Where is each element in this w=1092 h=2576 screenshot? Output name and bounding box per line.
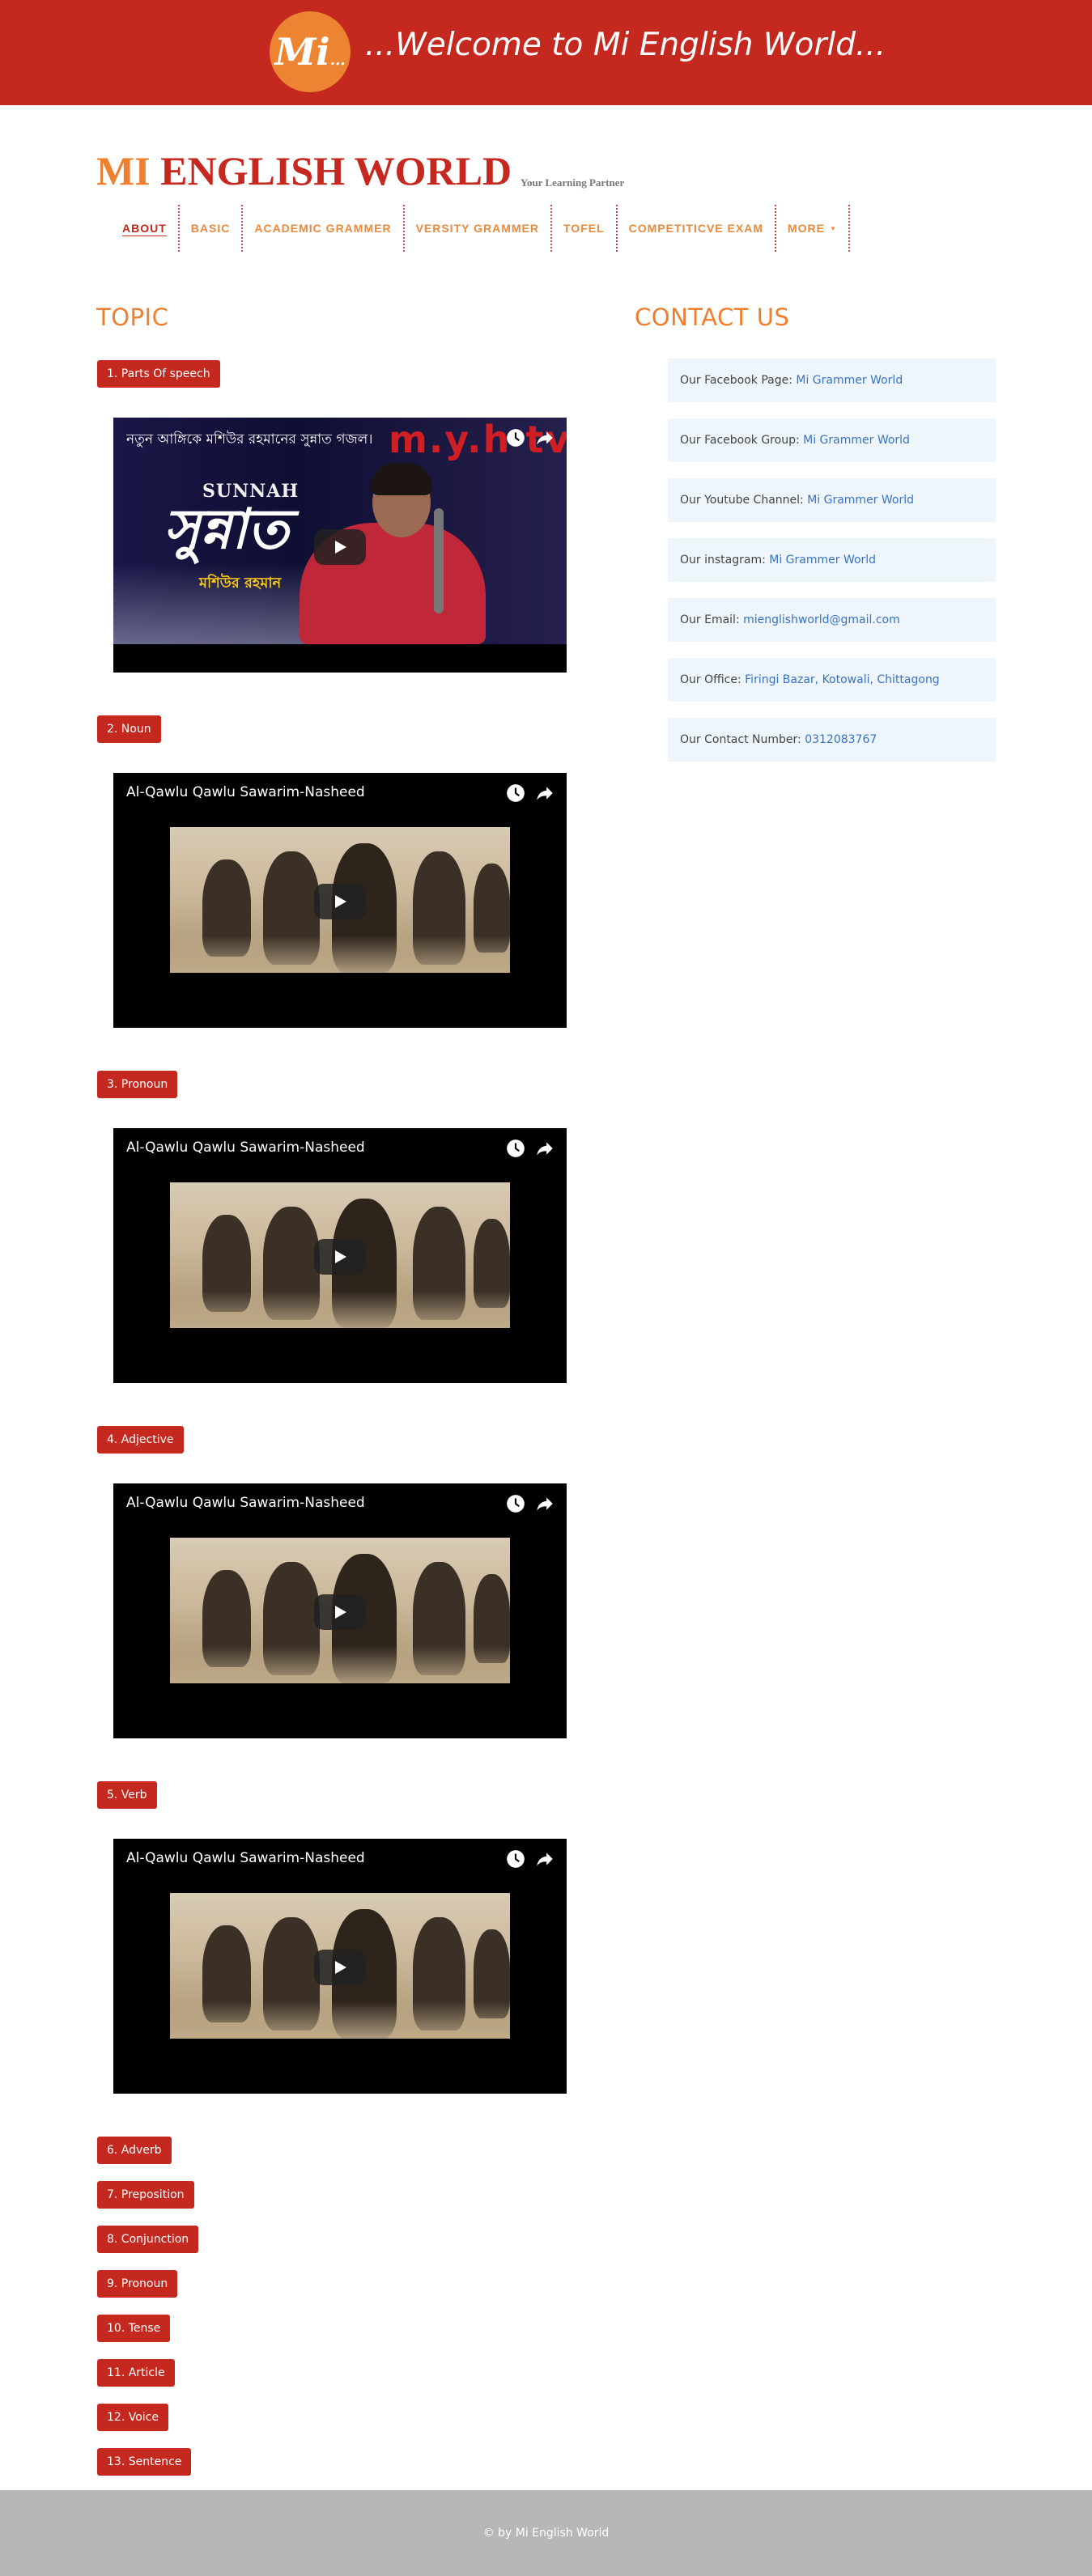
- top-banner: Mi... ...Welcome to Mi English World...: [0, 0, 1092, 105]
- thumbnail-subtitle: মশিউর রহমান: [199, 575, 282, 592]
- thumbnail-dust: [170, 2001, 510, 2039]
- play-icon[interactable]: [314, 1950, 366, 1985]
- contact-facebook-page: Our Facebook Page: Mi Grammer World: [668, 359, 996, 402]
- contact-label: Our Email:: [680, 613, 744, 626]
- video-embed[interactable]: Al-Qawlu Qawlu Sawarim-Nasheed: [113, 1128, 567, 1383]
- topic-button-conjunction[interactable]: 8. Conjunction: [97, 2226, 199, 2253]
- video-embed[interactable]: Al-Qawlu Qawlu Sawarim-Nasheed: [113, 773, 567, 1028]
- contact-email: Our Email: mienglishworld@gmail.com: [668, 598, 996, 642]
- contact-link[interactable]: mienglishworld@gmail.com: [743, 613, 900, 626]
- contact-link[interactable]: 0312083767: [805, 733, 877, 746]
- site-brand[interactable]: MI ENGLISH WORLD: [96, 147, 512, 194]
- clock-icon[interactable]: [505, 1493, 526, 1514]
- nav-item-basic[interactable]: BASIC: [180, 205, 244, 252]
- play-icon[interactable]: [314, 884, 366, 919]
- play-icon[interactable]: [314, 1594, 366, 1630]
- play-icon[interactable]: [314, 529, 366, 565]
- contact-phone: Our Contact Number: 0312083767: [668, 718, 996, 762]
- video-title[interactable]: Al-Qawlu Qawlu Sawarim-Nasheed: [126, 784, 499, 800]
- footer-copyright: © by Mi English World: [482, 2527, 610, 2540]
- nav-item-about[interactable]: ABOUT: [111, 205, 180, 252]
- site-logo[interactable]: Mi...: [270, 11, 351, 92]
- video-embed[interactable]: Al-Qawlu Qawlu Sawarim-Nasheed: [113, 1839, 567, 2094]
- contact-link[interactable]: Mi Grammer World: [807, 494, 914, 507]
- contact-label: Our Facebook Page:: [680, 374, 797, 387]
- contact-label: Our Contact Number:: [680, 733, 805, 746]
- contact-label: Our instagram:: [680, 554, 770, 567]
- thumbnail-dust: [170, 1291, 510, 1328]
- nav-item-competitive-exam[interactable]: COMPETITICVE EXAM: [618, 205, 776, 252]
- contact-label: Our Youtube Channel:: [680, 494, 808, 507]
- topic-button-voice[interactable]: 12. Voice: [97, 2404, 168, 2431]
- video-embed[interactable]: m.y.h tv SUNNAH সুন্নাত মশিউর রহমান নতুন…: [113, 418, 567, 673]
- contact-label: Our Facebook Group:: [680, 434, 804, 447]
- nav-item-more[interactable]: MORE ▼: [776, 205, 850, 252]
- site-tagline: Your Learning Partner: [521, 176, 625, 189]
- brand-name-mi: MI: [96, 148, 151, 193]
- video-embed[interactable]: Al-Qawlu Qawlu Sawarim-Nasheed: [113, 1483, 567, 1738]
- clock-icon[interactable]: [505, 1848, 526, 1869]
- thumbnail-microphone: [434, 508, 444, 613]
- page-footer: © by Mi English World: [0, 2490, 1092, 2576]
- video-title[interactable]: Al-Qawlu Qawlu Sawarim-Nasheed: [126, 1850, 499, 1866]
- topic-button-adjective[interactable]: 4. Adjective: [97, 1426, 184, 1454]
- nav-item-tofel[interactable]: TOFEL: [552, 205, 618, 252]
- contact-facebook-group: Our Facebook Group: Mi Grammer World: [668, 418, 996, 462]
- thumbnail-script-title: সুন্নাত: [164, 497, 289, 562]
- topic-button-preposition[interactable]: 7. Preposition: [97, 2181, 194, 2209]
- topic-button-tense[interactable]: 10. Tense: [97, 2315, 171, 2342]
- video-title[interactable]: Al-Qawlu Qawlu Sawarim-Nasheed: [126, 1495, 499, 1511]
- topic-button-parts-of-speech[interactable]: 1. Parts Of speech: [97, 360, 220, 388]
- contact-link[interactable]: Mi Grammer World: [796, 374, 903, 387]
- topic-button-noun[interactable]: 2. Noun: [97, 715, 161, 743]
- share-icon[interactable]: [534, 783, 555, 804]
- share-icon[interactable]: [534, 1493, 555, 1514]
- clock-icon[interactable]: [505, 427, 526, 448]
- brand-name-rest: ENGLISH WORLD: [150, 148, 512, 193]
- topic-button-sentence[interactable]: 13. Sentence: [97, 2448, 192, 2476]
- contact-link[interactable]: Mi Grammer World: [769, 554, 876, 567]
- contact-link[interactable]: Firingi Bazar, Kotowali, Chittagong: [745, 673, 940, 686]
- topic-button-pronoun[interactable]: 3. Pronoun: [97, 1071, 178, 1098]
- topic-button-pronoun-2[interactable]: 9. Pronoun: [97, 2270, 178, 2298]
- clock-icon[interactable]: [505, 1138, 526, 1159]
- thumbnail-singer-hair: [371, 463, 432, 495]
- contact-label: Our Office:: [680, 673, 746, 686]
- video-bottom-bar: [113, 644, 567, 673]
- share-icon[interactable]: [534, 1138, 555, 1159]
- topic-button-verb[interactable]: 5. Verb: [97, 1781, 157, 1809]
- welcome-title: ...Welcome to Mi English World...: [365, 27, 886, 63]
- share-icon[interactable]: [534, 427, 555, 448]
- topic-heading: TOPIC: [96, 303, 169, 331]
- share-icon[interactable]: [534, 1848, 555, 1869]
- play-icon[interactable]: [314, 1239, 366, 1275]
- nav-item-academic-grammer[interactable]: ACADEMIC GRAMMER: [243, 205, 405, 252]
- contact-youtube-channel: Our Youtube Channel: Mi Grammer World: [668, 478, 996, 522]
- clock-icon[interactable]: [505, 783, 526, 804]
- video-title[interactable]: Al-Qawlu Qawlu Sawarim-Nasheed: [126, 1139, 499, 1156]
- contact-instagram: Our instagram: Mi Grammer World: [668, 538, 996, 582]
- logo-text: Mi...: [274, 30, 346, 74]
- nav-item-versity-grammer[interactable]: VERSITY GRAMMER: [405, 205, 552, 252]
- nav-more-label: MORE: [788, 222, 825, 235]
- topic-button-adverb[interactable]: 6. Adverb: [97, 2137, 172, 2164]
- video-title[interactable]: নতুন আঙ্গিকে মশিউর রহমানের সুন্নাত গজল।: [126, 429, 499, 452]
- chevron-down-icon: ▼: [830, 224, 837, 232]
- main-nav: ABOUT BASIC ACADEMIC GRAMMER VERSITY GRA…: [111, 205, 850, 252]
- topic-button-article[interactable]: 11. Article: [97, 2359, 175, 2387]
- contact-link[interactable]: Mi Grammer World: [803, 434, 910, 447]
- contact-heading: CONTACT US: [635, 303, 790, 331]
- thumbnail-dust: [170, 936, 510, 973]
- thumbnail-dust: [170, 1646, 510, 1683]
- contact-office: Our Office: Firingi Bazar, Kotowali, Chi…: [668, 658, 996, 702]
